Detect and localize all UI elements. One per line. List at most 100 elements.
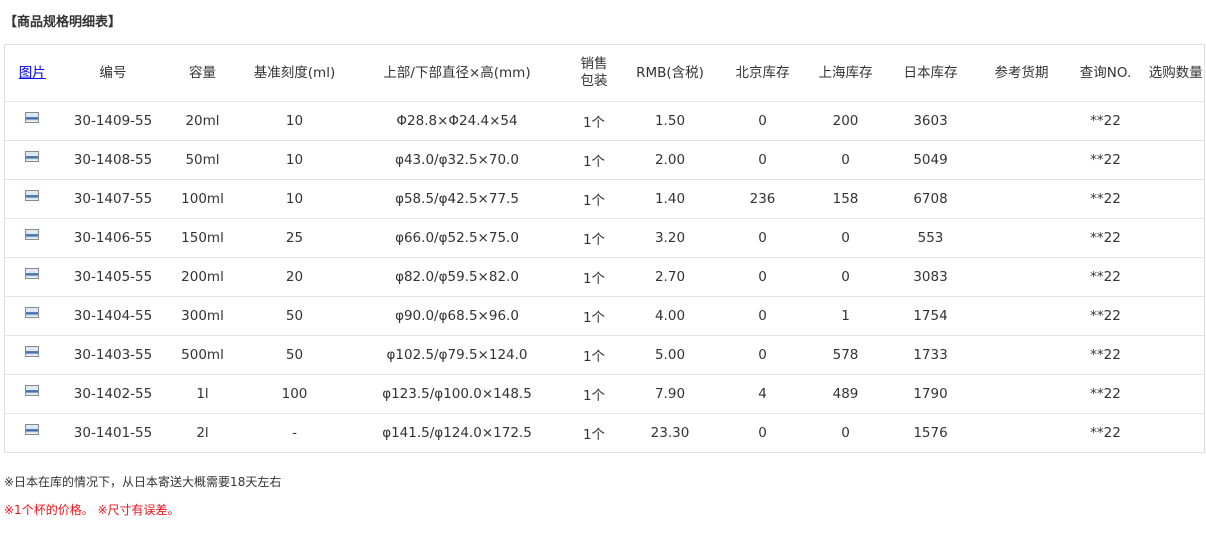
shanghai-stock-cell: 200 bbox=[809, 101, 882, 141]
image-thumbnail-icon[interactable] bbox=[25, 267, 40, 279]
lead-time-cell bbox=[979, 413, 1064, 453]
japan-stock-cell: 5049 bbox=[881, 140, 980, 180]
shanghai-stock-cell: 1 bbox=[809, 296, 882, 336]
dimensions-cell: φ90.0/φ68.5×96.0 bbox=[350, 296, 564, 336]
code-cell: 30-1408-55 bbox=[59, 140, 167, 180]
dimensions-cell: φ82.0/φ59.5×82.0 bbox=[350, 257, 564, 297]
image-cell bbox=[4, 257, 60, 297]
image-thumbnail-icon[interactable] bbox=[25, 150, 40, 162]
product-spec-table: 图片 编号 容量 基准刻度(ml) 上部/下部直径×高(mm) 销售 包装 RMB… bbox=[4, 44, 1205, 453]
header-image[interactable]: 图片 bbox=[4, 44, 60, 102]
dimensions-cell: φ43.0/φ32.5×70.0 bbox=[350, 140, 564, 180]
japan-stock-cell: 3083 bbox=[881, 257, 980, 297]
lead-time-cell bbox=[979, 296, 1064, 336]
image-thumbnail-icon[interactable] bbox=[25, 345, 40, 357]
package-cell: 1个 bbox=[563, 413, 625, 453]
image-thumbnail-icon[interactable] bbox=[25, 228, 40, 240]
image-thumbnail-icon[interactable] bbox=[25, 306, 40, 318]
beijing-stock-cell: 0 bbox=[715, 335, 810, 375]
header-dimensions: 上部/下部直径×高(mm) bbox=[350, 44, 564, 102]
scale-cell: 20 bbox=[238, 257, 351, 297]
shanghai-stock-cell: 0 bbox=[809, 413, 882, 453]
capacity-cell: 300ml bbox=[166, 296, 239, 336]
shanghai-stock-cell: 578 bbox=[809, 335, 882, 375]
lead-time-cell bbox=[979, 218, 1064, 258]
lead-time-cell bbox=[979, 335, 1064, 375]
capacity-cell: 20ml bbox=[166, 101, 239, 141]
header-scale: 基准刻度(ml) bbox=[238, 44, 351, 102]
package-cell: 1个 bbox=[563, 296, 625, 336]
table-row: 30-1401-55 2l - φ141.5/φ124.0×172.5 1个 23.30 0… bbox=[4, 413, 1205, 453]
price-cell: 2.70 bbox=[624, 257, 716, 297]
scale-cell: 10 bbox=[238, 140, 351, 180]
capacity-cell: 500ml bbox=[166, 335, 239, 375]
table-row: 30-1404-55 300ml 50 φ90.0/φ68.5×96.0 1个 4.00 0… bbox=[4, 296, 1205, 336]
japan-stock-cell: 6708 bbox=[881, 179, 980, 219]
lead-time-cell bbox=[979, 101, 1064, 141]
image-cell bbox=[4, 374, 60, 414]
lead-time-cell bbox=[979, 374, 1064, 414]
code-cell: 30-1406-55 bbox=[59, 218, 167, 258]
table-row: 30-1408-55 50ml 10 φ43.0/φ32.5×70.0 1个 2.00 0 0… bbox=[4, 140, 1205, 180]
image-thumbnail-icon[interactable] bbox=[25, 384, 40, 396]
table-body: 30-1409-55 20ml 10 Φ28.8×Φ24.4×54 1个 1.50 0 200… bbox=[4, 101, 1205, 453]
image-thumbnail-icon[interactable] bbox=[25, 111, 40, 123]
scale-cell: 50 bbox=[238, 296, 351, 336]
beijing-stock-cell: 0 bbox=[715, 296, 810, 336]
lead-time-cell bbox=[979, 257, 1064, 297]
table-row: 30-1406-55 150ml 25 φ66.0/φ52.5×75.0 1个 3.20 0… bbox=[4, 218, 1205, 258]
query-no-cell: **22 bbox=[1063, 413, 1148, 453]
quantity-cell bbox=[1147, 140, 1205, 180]
shanghai-stock-cell: 158 bbox=[809, 179, 882, 219]
beijing-stock-cell: 0 bbox=[715, 218, 810, 258]
header-japan-stock: 日本库存 bbox=[881, 44, 980, 102]
dimensions-cell: φ123.5/φ100.0×148.5 bbox=[350, 374, 564, 414]
image-cell bbox=[4, 101, 60, 141]
image-cell bbox=[4, 335, 60, 375]
beijing-stock-cell: 0 bbox=[715, 101, 810, 141]
scale-cell: - bbox=[238, 413, 351, 453]
price-cell: 2.00 bbox=[624, 140, 716, 180]
package-cell: 1个 bbox=[563, 218, 625, 258]
image-cell bbox=[4, 140, 60, 180]
scale-cell: 50 bbox=[238, 335, 351, 375]
code-cell: 30-1404-55 bbox=[59, 296, 167, 336]
package-cell: 1个 bbox=[563, 257, 625, 297]
header-lead-time: 参考货期 bbox=[979, 44, 1064, 102]
quantity-cell bbox=[1147, 335, 1205, 375]
query-no-cell: **22 bbox=[1063, 257, 1148, 297]
code-cell: 30-1401-55 bbox=[59, 413, 167, 453]
capacity-cell: 2l bbox=[166, 413, 239, 453]
table-header-row: 图片 编号 容量 基准刻度(ml) 上部/下部直径×高(mm) 销售 包装 RMB… bbox=[4, 44, 1205, 102]
query-no-cell: **22 bbox=[1063, 179, 1148, 219]
header-query-no: 查询NO. bbox=[1063, 44, 1148, 102]
header-capacity: 容量 bbox=[166, 44, 239, 102]
package-cell: 1个 bbox=[563, 101, 625, 141]
image-thumbnail-icon[interactable] bbox=[25, 423, 40, 435]
beijing-stock-cell: 0 bbox=[715, 257, 810, 297]
shanghai-stock-cell: 0 bbox=[809, 218, 882, 258]
header-image-link[interactable]: 图片 bbox=[19, 65, 46, 81]
dimensions-cell: φ66.0/φ52.5×75.0 bbox=[350, 218, 564, 258]
dimensions-cell: φ141.5/φ124.0×172.5 bbox=[350, 413, 564, 453]
scale-cell: 100 bbox=[238, 374, 351, 414]
image-cell bbox=[4, 296, 60, 336]
quantity-cell bbox=[1147, 374, 1205, 414]
header-beijing-stock: 北京库存 bbox=[715, 44, 810, 102]
table-row: 30-1405-55 200ml 20 φ82.0/φ59.5×82.0 1个 2.70 0… bbox=[4, 257, 1205, 297]
table-row: 30-1402-55 1l 100 φ123.5/φ100.0×148.5 1个 7.90… bbox=[4, 374, 1205, 414]
package-cell: 1个 bbox=[563, 374, 625, 414]
image-thumbnail-icon[interactable] bbox=[25, 189, 40, 201]
package-cell: 1个 bbox=[563, 140, 625, 180]
query-no-cell: **22 bbox=[1063, 101, 1148, 141]
query-no-cell: **22 bbox=[1063, 335, 1148, 375]
price-cell: 1.50 bbox=[624, 101, 716, 141]
package-cell: 1个 bbox=[563, 335, 625, 375]
price-cell: 4.00 bbox=[624, 296, 716, 336]
price-cell: 3.20 bbox=[624, 218, 716, 258]
header-code: 编号 bbox=[59, 44, 167, 102]
shanghai-stock-cell: 0 bbox=[809, 257, 882, 297]
code-cell: 30-1403-55 bbox=[59, 335, 167, 375]
quantity-cell bbox=[1147, 413, 1205, 453]
dimensions-cell: φ102.5/φ79.5×124.0 bbox=[350, 335, 564, 375]
